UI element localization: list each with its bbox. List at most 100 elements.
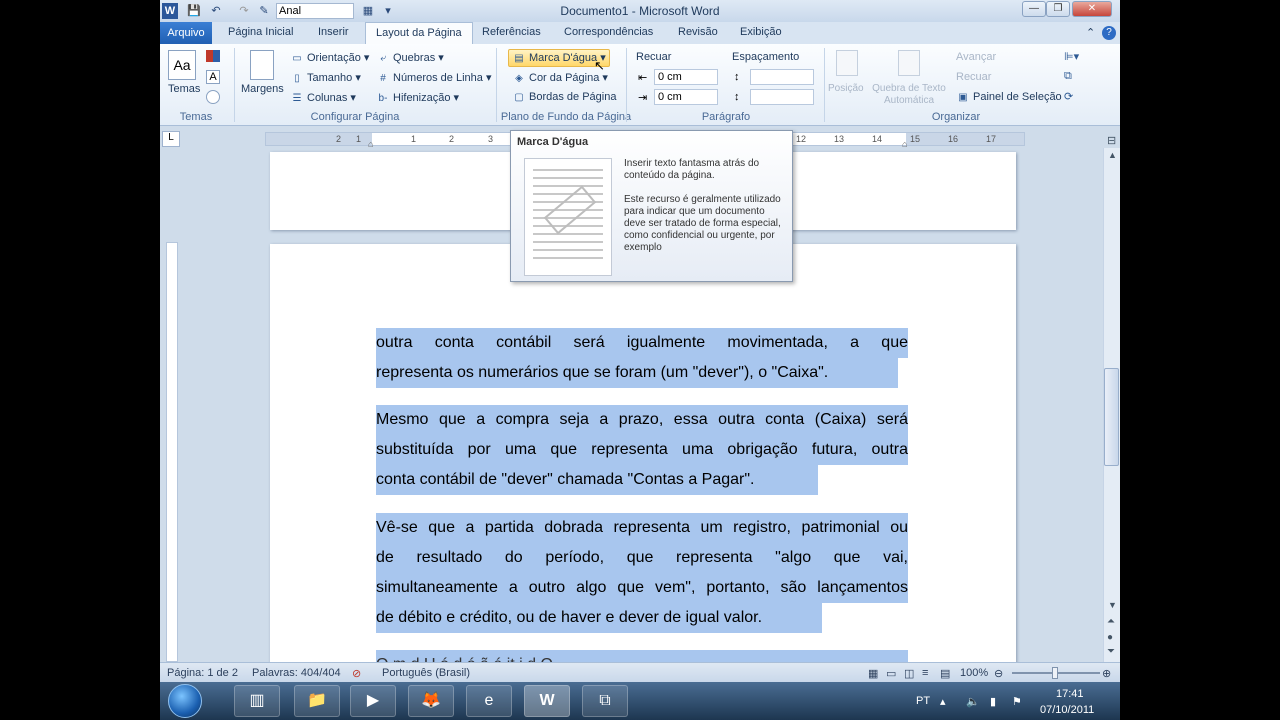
- volume-icon[interactable]: 🔈: [966, 695, 980, 708]
- quebras-button[interactable]: ⤶ Quebras ▾: [376, 51, 444, 65]
- show-hidden-icons[interactable]: ▴: [940, 695, 946, 708]
- theme-fonts-icon[interactable]: A: [206, 70, 220, 84]
- language-indicator[interactable]: Português (Brasil): [382, 667, 470, 679]
- word-count[interactable]: Palavras: 404/404: [252, 667, 341, 679]
- tab-arquivo[interactable]: Arquivo: [160, 22, 212, 44]
- spacing-after-input[interactable]: [750, 89, 814, 105]
- taskbar-explorer-icon[interactable]: 📁: [294, 685, 340, 717]
- taskbar-word-icon[interactable]: W: [524, 685, 570, 717]
- vertical-ruler[interactable]: [166, 242, 178, 662]
- colunas-button[interactable]: ☰ Colunas ▾: [290, 91, 356, 105]
- proofing-icon[interactable]: ⊘: [352, 667, 361, 680]
- wrap-text-icon[interactable]: [898, 50, 920, 76]
- ruler-tab-selector[interactable]: L: [162, 131, 180, 147]
- ruler-tick: 14: [872, 134, 883, 144]
- hifenizacao-button[interactable]: b‑ Hifenização ▾: [376, 91, 460, 105]
- document-line[interactable]: Mesmo que a compra seja a prazo, essa ou…: [376, 405, 908, 435]
- indent-right-input[interactable]: 0 cm: [654, 89, 718, 105]
- recuar-button[interactable]: Recuar: [956, 71, 991, 83]
- taskbar-ie-icon[interactable]: e: [466, 685, 512, 717]
- cor-pagina-label: Cor da Página: [529, 72, 600, 84]
- document-line[interactable]: conta contábil de "dever" chamada "Conta…: [376, 465, 818, 495]
- document-line[interactable]: de resultado do período, que representa …: [376, 543, 908, 573]
- tamanho-button[interactable]: ▯ Tamanho ▾: [290, 71, 361, 85]
- indent-left-input[interactable]: 0 cm: [654, 69, 718, 85]
- language-tray[interactable]: PT: [916, 695, 930, 707]
- tab-pagina-inicial[interactable]: Página Inicial: [228, 26, 293, 38]
- browse-object-icon[interactable]: ●: [1107, 632, 1113, 643]
- position-icon[interactable]: [836, 50, 858, 76]
- zoom-out-icon[interactable]: ⊖: [994, 667, 1003, 680]
- taskbar-libraries-icon[interactable]: ▥: [234, 685, 280, 717]
- orientacao-button[interactable]: ▭ Orientação ▾: [290, 51, 369, 65]
- right-indent-marker-icon[interactable]: ⌂: [902, 139, 907, 149]
- margens-button[interactable]: Margens: [241, 83, 284, 95]
- zoom-in-icon[interactable]: ⊕: [1102, 667, 1111, 680]
- document-line[interactable]: substituída por uma que representa uma o…: [376, 435, 908, 465]
- web-layout-icon[interactable]: ◫: [904, 667, 914, 680]
- tab-layout-da-pagina[interactable]: Layout da Página: [365, 22, 473, 45]
- view-ruler-icon[interactable]: ⊟: [1107, 134, 1116, 147]
- scrollbar-thumb[interactable]: [1104, 368, 1119, 466]
- taskbar-firefox-icon[interactable]: 🦊: [408, 685, 454, 717]
- scroll-up-icon[interactable]: ▲: [1108, 150, 1117, 160]
- document-line[interactable]: de débito e crédito, ou de haver e dever…: [376, 603, 822, 633]
- document-line[interactable]: simultaneamente a outro algo que vem", p…: [376, 573, 908, 603]
- avancar-button[interactable]: Avançar: [956, 51, 996, 63]
- ruler-tick: 15: [910, 134, 921, 144]
- print-layout-icon[interactable]: ▦: [868, 667, 878, 680]
- document-line[interactable]: Vê-se que a partida dobrada representa u…: [376, 513, 908, 543]
- network-tray-icon[interactable]: ▮: [990, 695, 996, 708]
- outline-icon[interactable]: ≡: [922, 667, 928, 679]
- help-icon[interactable]: ?: [1102, 26, 1116, 40]
- next-page-icon[interactable]: ⏷: [1107, 646, 1115, 657]
- draft-icon[interactable]: ▤: [940, 667, 950, 680]
- tab-exibicao[interactable]: Exibição: [740, 26, 782, 38]
- posicao-button[interactable]: Posição: [828, 83, 864, 94]
- clock-date[interactable]: 07/10/2011: [1040, 704, 1094, 716]
- temas-button[interactable]: Temas: [168, 83, 200, 95]
- minimize-button[interactable]: —: [1022, 1, 1046, 17]
- flag-icon[interactable]: ⚑: [1012, 695, 1022, 708]
- page-count[interactable]: Página: 1 de 2: [167, 667, 238, 679]
- tab-inserir[interactable]: Inserir: [318, 26, 349, 38]
- page-borders-icon: ▢: [514, 92, 524, 103]
- tab-referencias[interactable]: Referências: [482, 26, 541, 38]
- document-line[interactable]: outra conta contábil será igualmente mov…: [376, 328, 908, 358]
- marca-dagua-button[interactable]: ▤ Marca D'água ▾: [512, 51, 605, 65]
- align-icon[interactable]: ⊫▾: [1064, 50, 1079, 63]
- taskbar-media-player-icon[interactable]: ▶: [350, 685, 396, 717]
- minimize-ribbon-icon[interactable]: ⌃: [1086, 26, 1095, 39]
- zoom-level[interactable]: 100%: [960, 667, 988, 679]
- preview-line: [533, 185, 603, 187]
- espacamento-label: Espaçamento: [732, 51, 800, 63]
- theme-colors-icon[interactable]: [206, 50, 220, 62]
- document-line[interactable]: representa os numerários que se foram (u…: [376, 358, 898, 388]
- restore-button[interactable]: ❐: [1046, 1, 1070, 17]
- taskbar-network-icon[interactable]: ⧉: [582, 685, 628, 717]
- line-numbers-icon: #: [380, 73, 386, 84]
- spacing-before-input[interactable]: [750, 69, 814, 85]
- margins-icon[interactable]: [250, 50, 274, 80]
- cor-pagina-button[interactable]: ◈ Cor da Página ▾: [512, 71, 608, 85]
- tab-correspondencias[interactable]: Correspondências: [564, 26, 653, 38]
- start-button[interactable]: [168, 684, 202, 718]
- clock-time[interactable]: 17:41: [1056, 688, 1084, 700]
- painel-selecao-button[interactable]: ▣ Painel de Seleção: [956, 91, 1061, 104]
- bordas-pagina-button[interactable]: ▢ Bordas de Página: [512, 91, 616, 104]
- close-button[interactable]: ✕: [1072, 1, 1112, 17]
- previous-page-icon[interactable]: ⏶: [1107, 616, 1115, 627]
- rotate-icon[interactable]: ⟳: [1064, 90, 1073, 103]
- themes-icon[interactable]: Aa: [168, 50, 196, 80]
- full-screen-icon[interactable]: ▭: [886, 667, 896, 680]
- group-icon[interactable]: ⧉: [1064, 70, 1072, 83]
- quebra-texto-button[interactable]: Quebra de Texto Automática: [869, 83, 949, 107]
- theme-effects-icon[interactable]: [206, 90, 220, 104]
- scroll-down-icon[interactable]: ▼: [1108, 600, 1117, 610]
- document-line-partial[interactable]: O m d U ó d ó ã é it i d O: [376, 650, 908, 662]
- tab-revisao[interactable]: Revisão: [678, 26, 718, 38]
- numeros-linha-button[interactable]: # Números de Linha ▾: [376, 71, 491, 85]
- zoom-slider-thumb[interactable]: [1052, 667, 1058, 679]
- indent-marker-icon[interactable]: ⌂: [368, 139, 373, 149]
- breaks-icon: ⤶: [380, 53, 386, 64]
